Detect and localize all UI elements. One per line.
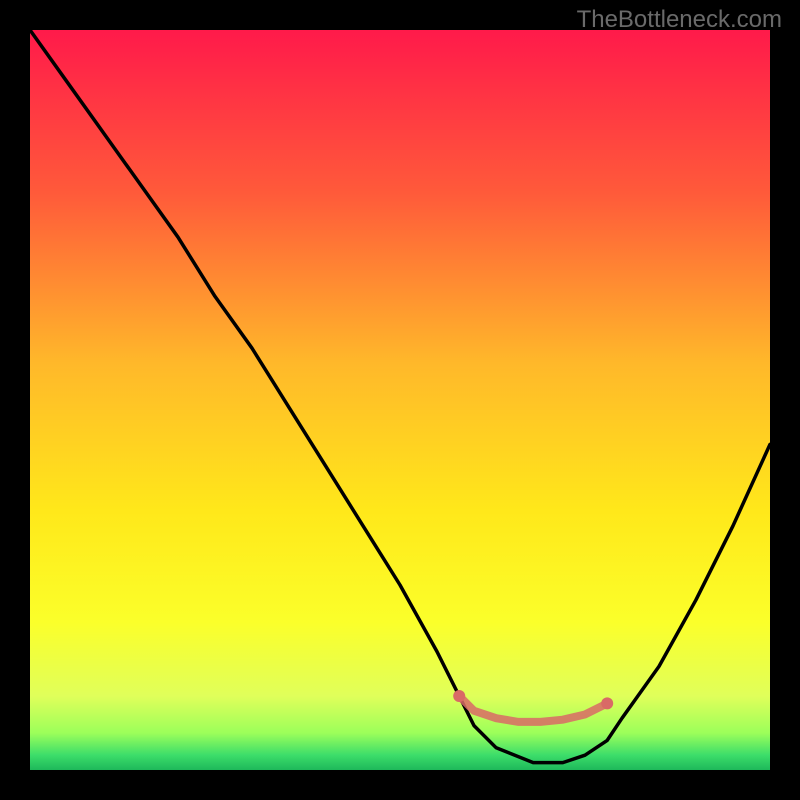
chart-container: TheBottleneck.com	[0, 0, 800, 800]
plot-area	[30, 30, 770, 770]
optimal-zone-endpoint	[453, 690, 465, 702]
gradient-background	[30, 30, 770, 770]
chart-svg	[30, 30, 770, 770]
optimal-zone-endpoint	[601, 697, 613, 709]
watermark-text: TheBottleneck.com	[577, 6, 782, 34]
